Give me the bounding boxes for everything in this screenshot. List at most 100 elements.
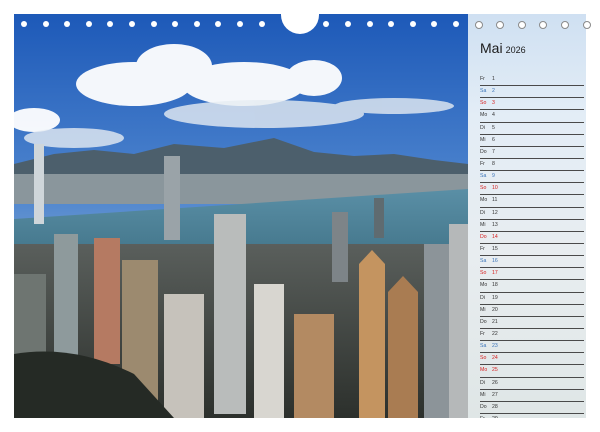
day-row: Sa 2 bbox=[480, 86, 584, 99]
weekday-label: Fr bbox=[480, 330, 485, 337]
weekday-label: Mo bbox=[480, 282, 488, 289]
binding-hole bbox=[107, 21, 114, 27]
weekday-label: Sa bbox=[480, 173, 487, 180]
day-number: 8 bbox=[492, 160, 495, 167]
day-row: Mi 27 bbox=[480, 390, 584, 402]
day-row: Fr 15 bbox=[480, 244, 584, 257]
day-number: 7 bbox=[492, 148, 495, 155]
calendar-panel: Mai 2026 Fr 1 Sa 2 So 3 Mo 4 Di 5 Mi 6 Do 7 Fr 8 Sa 9 So 10 M… bbox=[468, 14, 586, 418]
day-row: Mo 4 bbox=[480, 110, 584, 123]
weekday-label: So bbox=[480, 100, 487, 107]
binding-hole bbox=[215, 21, 222, 27]
day-row: Fr 22 bbox=[480, 329, 584, 342]
weekday-label: Fr bbox=[480, 76, 485, 82]
day-list: Fr 1 Sa 2 So 3 Mo 4 Di 5 Mi 6 Do 7 Fr 8 Sa 9 So 10 Mo 11 Di 12 M… bbox=[480, 74, 584, 418]
day-row: Do 21 bbox=[480, 317, 584, 329]
day-row: Sa 23 bbox=[480, 341, 584, 354]
day-number: 1 bbox=[492, 76, 495, 82]
weekday-label: Mi bbox=[480, 306, 486, 313]
binding-hole bbox=[150, 21, 157, 27]
weekday-label: Di bbox=[480, 379, 485, 386]
day-number: 2 bbox=[492, 88, 495, 95]
binding-hole bbox=[323, 21, 330, 27]
binding-hole bbox=[258, 21, 265, 27]
day-row: So 3 bbox=[480, 98, 584, 111]
month-name: Mai bbox=[480, 40, 503, 56]
day-number: 16 bbox=[492, 258, 498, 265]
weekday-label: Sa bbox=[480, 343, 487, 350]
day-row: Di 12 bbox=[480, 208, 584, 220]
day-row: Mo 11 bbox=[480, 195, 584, 208]
skyline-photo-illustration bbox=[14, 14, 468, 418]
binding-holes bbox=[0, 0, 600, 34]
weekday-label: Mo bbox=[480, 197, 488, 204]
year-label: 2026 bbox=[505, 45, 526, 55]
binding-hole bbox=[366, 21, 373, 27]
binding-hole bbox=[539, 21, 548, 29]
day-number: 19 bbox=[492, 294, 498, 301]
day-row: Do 14 bbox=[480, 232, 584, 244]
day-row: Do 28 bbox=[480, 402, 584, 414]
weekday-label: Mo bbox=[480, 367, 488, 374]
weekday-label: So bbox=[480, 185, 487, 192]
day-row: Sa 16 bbox=[480, 256, 584, 269]
day-row: Di 5 bbox=[480, 123, 584, 135]
day-row: Mi 13 bbox=[480, 220, 584, 232]
day-number: 4 bbox=[492, 112, 495, 119]
weekday-label: Fr bbox=[480, 160, 485, 167]
day-number: 25 bbox=[492, 367, 498, 374]
day-number: 9 bbox=[492, 173, 495, 180]
weekday-label: Do bbox=[480, 318, 487, 325]
binding-hole bbox=[64, 21, 71, 27]
binding-hole bbox=[21, 21, 27, 27]
weekday-label: Fr bbox=[480, 416, 492, 418]
weekday-label: Mi bbox=[480, 221, 486, 228]
day-number: 21 bbox=[492, 318, 498, 325]
weekday-label: Di bbox=[480, 124, 485, 131]
day-row: Fr 1 bbox=[480, 74, 584, 87]
day-number: 12 bbox=[492, 209, 498, 216]
day-number: 17 bbox=[492, 270, 498, 277]
day-number: 20 bbox=[492, 306, 498, 313]
weekday-label: Di bbox=[480, 209, 485, 216]
day-row: So 10 bbox=[480, 183, 584, 196]
binding-hole bbox=[582, 21, 591, 29]
day-row: Fr 8 bbox=[480, 159, 584, 172]
weekday-label: Do bbox=[480, 403, 487, 410]
binding-hole bbox=[172, 21, 179, 27]
binding-hole bbox=[193, 21, 200, 27]
day-number: 15 bbox=[492, 245, 498, 252]
day-number: 29 bbox=[492, 416, 498, 418]
binding-hole bbox=[561, 21, 569, 29]
day-number: 24 bbox=[492, 355, 498, 362]
weekday-label: Sa bbox=[480, 258, 487, 265]
day-number: 5 bbox=[492, 124, 495, 131]
day-row: So 24 bbox=[480, 353, 584, 366]
weekday-label: Mi bbox=[480, 391, 486, 398]
day-number: 3 bbox=[492, 100, 495, 107]
binding-hole bbox=[345, 21, 351, 27]
calendar-photo bbox=[14, 14, 468, 418]
day-row: Mi 6 bbox=[480, 135, 584, 147]
day-row: Mo 25 bbox=[480, 365, 584, 378]
weekday-label: So bbox=[480, 270, 487, 277]
binding-hole bbox=[431, 21, 438, 27]
day-row: Mi 20 bbox=[480, 305, 584, 317]
binding-hole bbox=[237, 21, 243, 27]
day-number: 13 bbox=[492, 221, 498, 228]
day-row: So 17 bbox=[480, 268, 584, 281]
weekday-label: Mo bbox=[480, 112, 488, 119]
day-number: 23 bbox=[492, 343, 498, 350]
binding-hole bbox=[409, 21, 416, 27]
day-row: Do 7 bbox=[480, 147, 584, 159]
binding-hole bbox=[42, 21, 49, 27]
binding-hole bbox=[517, 21, 526, 29]
day-number: 27 bbox=[492, 391, 498, 398]
day-number: 6 bbox=[492, 136, 495, 143]
day-number: 10 bbox=[492, 185, 498, 192]
weekday-label: Di bbox=[480, 294, 485, 301]
weekday-label: Sa bbox=[480, 88, 487, 95]
binding-hole bbox=[496, 21, 505, 29]
day-row: Sa 9 bbox=[480, 171, 584, 184]
day-number: 26 bbox=[492, 379, 498, 386]
